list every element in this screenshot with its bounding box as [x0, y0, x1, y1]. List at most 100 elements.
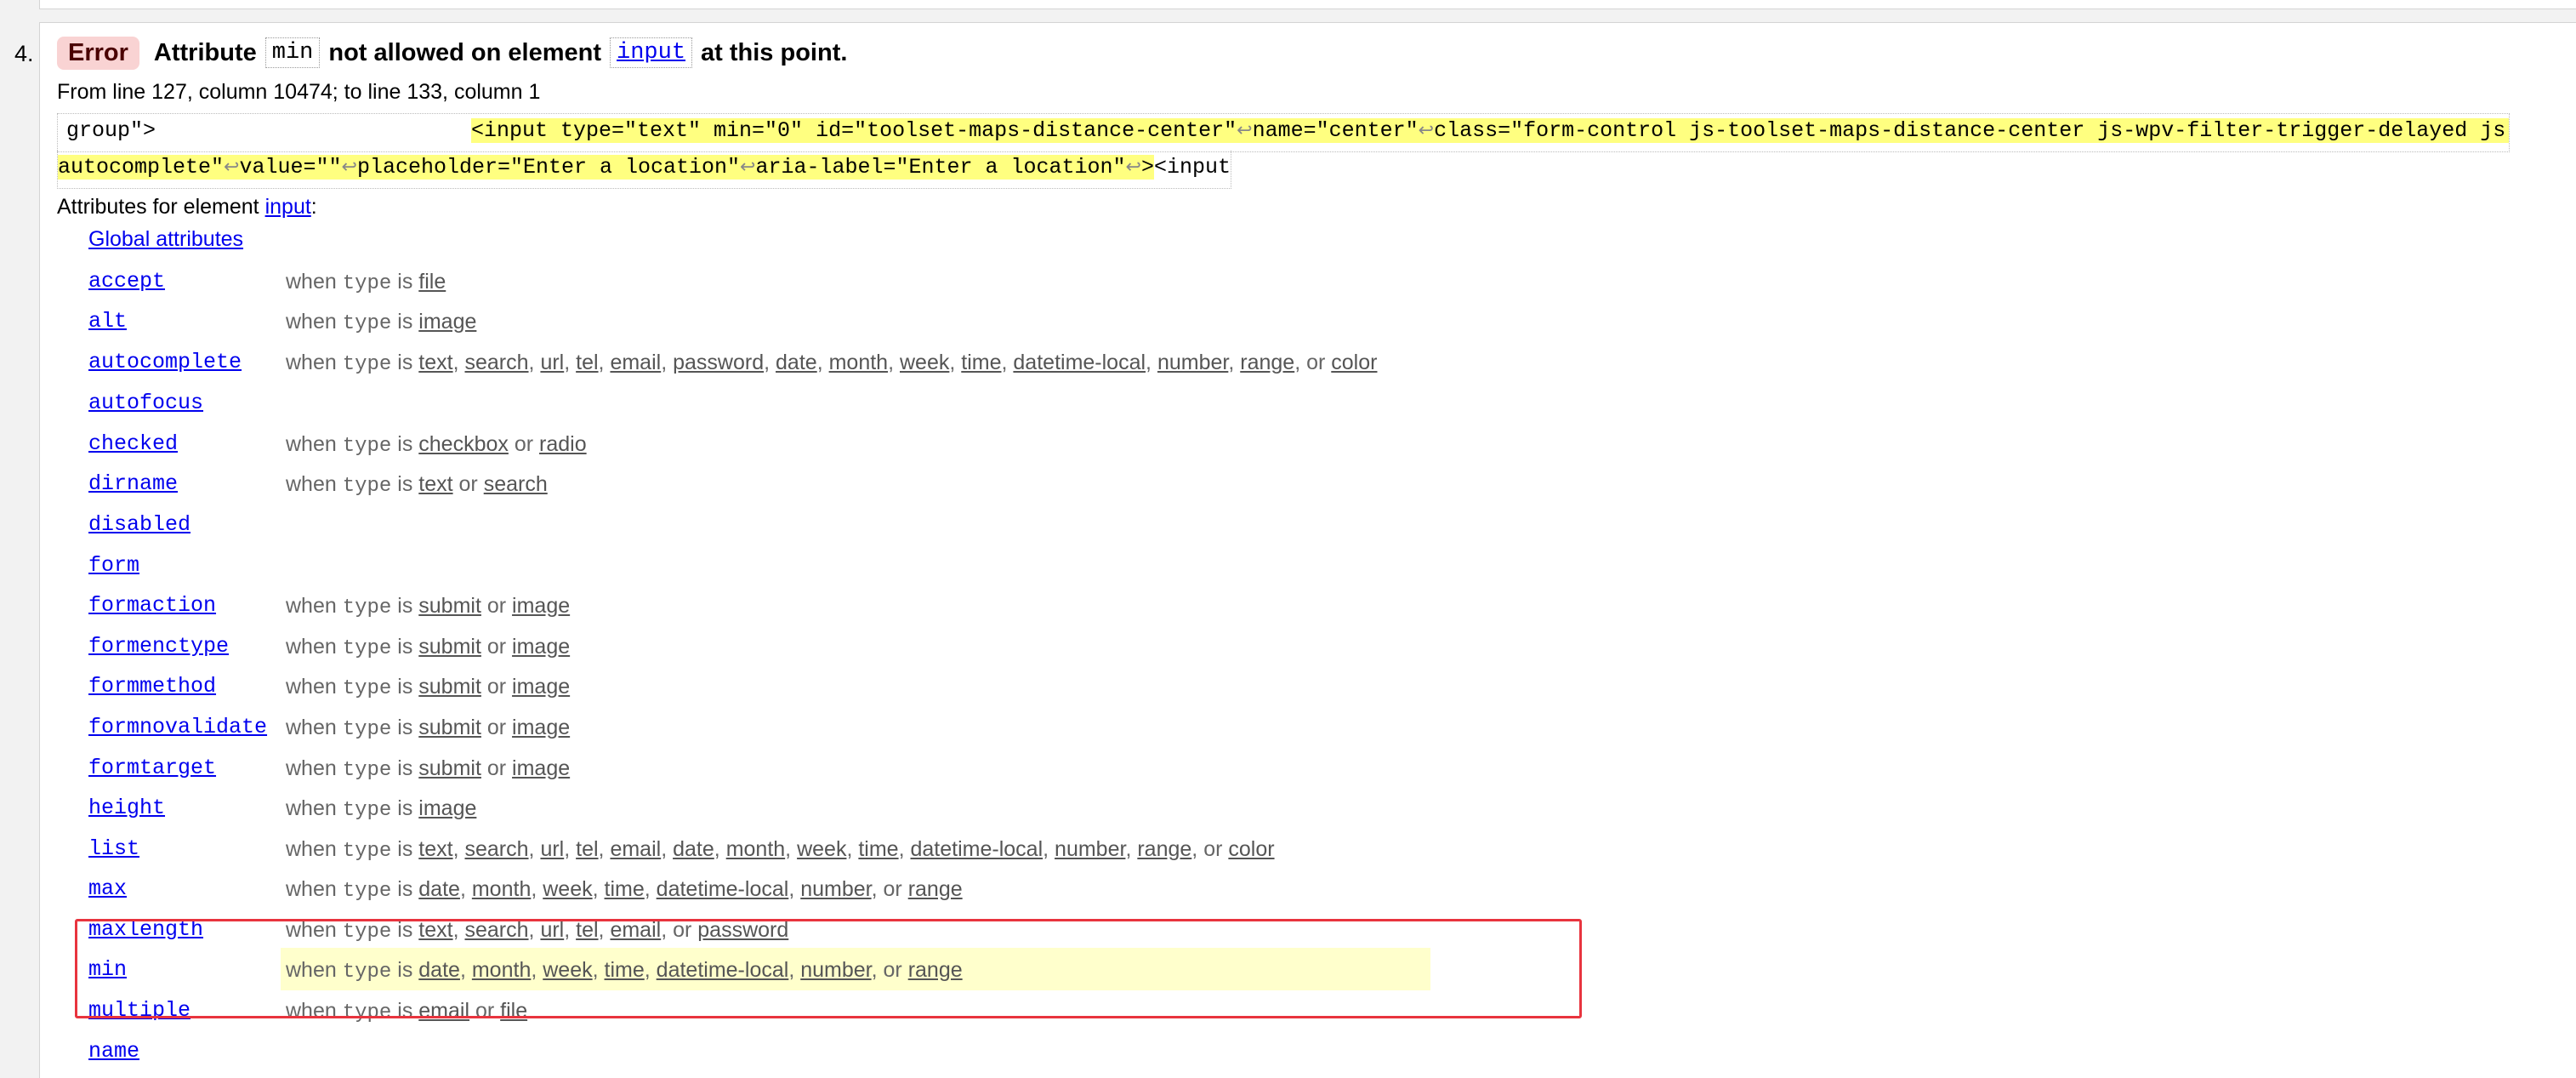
input-element-link[interactable]: input: [617, 40, 685, 66]
return-glyph: ↩: [740, 157, 756, 179]
type-value-link[interactable]: week: [900, 351, 949, 374]
type-value-link[interactable]: image: [418, 796, 476, 820]
extract-segment: name="center": [1252, 118, 1419, 143]
attribute-condition: when type is submit or image: [286, 675, 571, 700]
type-value-link[interactable]: email: [610, 837, 661, 861]
type-value-link[interactable]: image: [512, 635, 570, 659]
attribute-link-formtarget[interactable]: formtarget: [88, 751, 216, 785]
type-value-link[interactable]: time: [605, 877, 645, 901]
type-value-link[interactable]: date: [776, 351, 817, 374]
global-attributes-link[interactable]: Global attributes: [88, 227, 243, 252]
type-value-link[interactable]: range: [1240, 351, 1294, 374]
type-keyword: type: [342, 475, 392, 498]
type-value-link[interactable]: text: [418, 837, 452, 861]
annotation-box: [75, 919, 1582, 1018]
attribute-condition: when type is text, search, url, tel, ema…: [286, 837, 1275, 863]
type-value-link[interactable]: date: [673, 837, 714, 861]
type-value-link[interactable]: tel: [576, 837, 598, 861]
type-value-link[interactable]: url: [540, 351, 564, 374]
type-value-link[interactable]: image: [512, 716, 570, 739]
extract-segment: class="form-control js-toolset-maps-dist…: [1434, 118, 2509, 143]
type-value-link[interactable]: week: [543, 877, 592, 901]
type-value-link[interactable]: datetime-local: [657, 877, 789, 901]
attribute-link-name[interactable]: name: [88, 1035, 139, 1069]
attribute-condition: when type is submit or image: [286, 716, 571, 741]
attribute-row-max: max when type is date, month, week, time,…: [0, 872, 1701, 906]
type-value-link[interactable]: date: [418, 877, 460, 901]
type-keyword: type: [342, 840, 392, 863]
type-value-link[interactable]: submit: [418, 635, 481, 659]
attribute-row-formenctype: formenctype when type is submit or image: [0, 630, 1701, 664]
type-value-link[interactable]: email: [610, 351, 661, 374]
type-value-link[interactable]: color: [1228, 837, 1274, 861]
type-value-link[interactable]: submit: [418, 716, 481, 739]
type-value-link[interactable]: checkbox: [418, 432, 509, 456]
attribute-condition: when type is file: [286, 270, 446, 295]
attribute-row-accept: accept when type is file: [0, 265, 1701, 299]
type-value-link[interactable]: text: [418, 472, 452, 496]
type-value-link[interactable]: image: [512, 675, 570, 699]
type-value-link[interactable]: text: [418, 351, 452, 374]
type-value-link[interactable]: submit: [418, 756, 481, 780]
type-value-link[interactable]: color: [1331, 351, 1377, 374]
attribute-row-list: list when type is text, search, url, tel,…: [0, 832, 1701, 866]
attribute-link-formnovalidate[interactable]: formnovalidate: [88, 710, 267, 744]
type-keyword: type: [342, 596, 392, 619]
attribute-link-formmethod[interactable]: formmethod: [88, 670, 216, 704]
attributes-element-link[interactable]: input: [265, 195, 311, 219]
attribute-link-autocomplete[interactable]: autocomplete: [88, 345, 242, 379]
type-value-link[interactable]: number: [1055, 837, 1125, 861]
error-badge: Error: [57, 36, 139, 70]
attribute-link-alt[interactable]: alt: [88, 305, 127, 339]
type-value-link[interactable]: month: [472, 877, 531, 901]
type-value-link[interactable]: image: [512, 756, 570, 780]
attributes-heading-suffix: :: [310, 195, 317, 219]
type-value-link[interactable]: search: [484, 472, 548, 496]
type-value-link[interactable]: time: [961, 351, 1001, 374]
type-value-link[interactable]: search: [464, 837, 528, 861]
type-value-link[interactable]: datetime-local: [1013, 351, 1146, 374]
error-tail-text: at this point.: [701, 38, 848, 66]
type-value-link[interactable]: file: [418, 270, 446, 294]
attribute-row-disabled: disabled: [0, 508, 1701, 542]
attribute-link-formenctype[interactable]: formenctype: [88, 630, 229, 664]
type-value-link[interactable]: submit: [418, 594, 481, 618]
attribute-link-formaction[interactable]: formaction: [88, 589, 216, 623]
type-value-link[interactable]: tel: [576, 351, 598, 374]
attribute-row-form: form: [0, 549, 1701, 583]
attribute-link-autofocus[interactable]: autofocus: [88, 386, 203, 420]
type-keyword: type: [342, 637, 392, 660]
attribute-link-height[interactable]: height: [88, 791, 165, 825]
attribute-link-list[interactable]: list: [88, 832, 139, 866]
type-value-link[interactable]: month: [726, 837, 785, 861]
attribute-link-disabled[interactable]: disabled: [88, 508, 190, 542]
attributes-heading-prefix: Attributes for element: [57, 195, 259, 219]
type-value-link[interactable]: search: [464, 351, 528, 374]
attribute-link-form[interactable]: form: [88, 549, 139, 583]
type-value-link[interactable]: submit: [418, 675, 481, 699]
extract-segment: aria-label="Enter a location": [755, 155, 1126, 180]
attribute-link-accept[interactable]: accept: [88, 265, 165, 299]
type-value-link[interactable]: url: [540, 837, 564, 861]
type-value-link[interactable]: week: [797, 837, 846, 861]
type-value-link[interactable]: image: [418, 310, 476, 334]
error-attribute-code: min: [264, 37, 321, 68]
error-location: From line 127, column 10474; to line 133…: [57, 80, 541, 104]
type-value-link[interactable]: radio: [539, 432, 587, 456]
type-value-link[interactable]: datetime-local: [911, 837, 1043, 861]
attribute-link-checked[interactable]: checked: [88, 427, 178, 461]
type-value-link[interactable]: password: [673, 351, 764, 374]
type-value-link[interactable]: range: [908, 877, 963, 901]
type-value-link[interactable]: month: [829, 351, 888, 374]
type-value-link[interactable]: number: [1157, 351, 1228, 374]
attribute-link-max[interactable]: max: [88, 872, 127, 906]
type-keyword: type: [342, 272, 392, 295]
type-value-link[interactable]: image: [512, 594, 570, 618]
extract-segment: value="": [239, 155, 342, 180]
type-value-link[interactable]: time: [858, 837, 898, 861]
type-value-link[interactable]: number: [800, 877, 871, 901]
attribute-condition: when type is image: [286, 796, 477, 822]
type-value-link[interactable]: range: [1137, 837, 1191, 861]
attribute-condition: when type is checkbox or radio: [286, 432, 587, 458]
attribute-link-dirname[interactable]: dirname: [88, 467, 178, 501]
